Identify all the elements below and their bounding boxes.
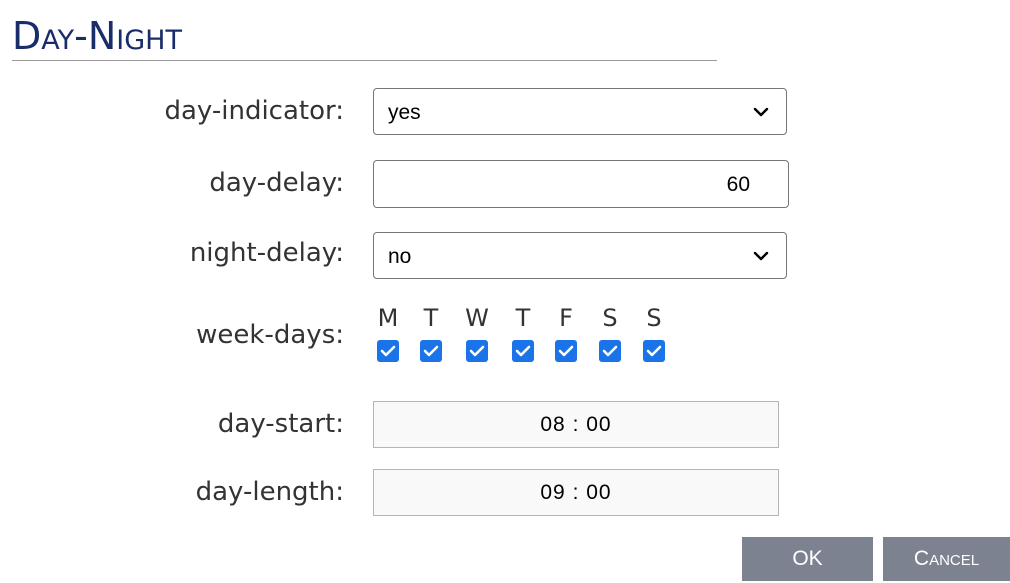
cancel-button[interactable]: Cancel (883, 537, 1010, 581)
weekday-checkbox[interactable] (555, 340, 577, 362)
ok-button[interactable]: OK (742, 537, 873, 581)
night-delay-select[interactable]: no (373, 232, 787, 279)
day-delay-input[interactable]: 60 (373, 160, 789, 208)
weekday-sunday: S (640, 304, 668, 362)
weekday-checkbox[interactable] (420, 340, 442, 362)
weekday-checkbox[interactable] (599, 340, 621, 362)
checkmark-icon (515, 345, 531, 357)
checkmark-icon (423, 345, 439, 357)
weekday-monday: M (374, 304, 402, 362)
day-length-label: day-length: (195, 477, 344, 507)
day-start-value: 08 : 00 (540, 413, 612, 436)
day-indicator-select[interactable]: yes (373, 88, 787, 135)
checkmark-icon (469, 345, 485, 357)
week-days-label: week-days: (196, 320, 344, 350)
weekday-letter: S (646, 304, 662, 332)
day-start-time-input[interactable]: 08 : 00 (373, 401, 779, 448)
day-length-time-input[interactable]: 09 : 00 (373, 469, 779, 516)
day-indicator-label: day-indicator: (164, 96, 345, 126)
weekday-checkbox[interactable] (377, 340, 399, 362)
weekday-friday: F (552, 304, 580, 362)
day-length-value: 09 : 00 (540, 481, 612, 504)
weekday-letter: T (515, 304, 531, 332)
weekday-thursday: T (509, 304, 537, 362)
checkmark-icon (602, 345, 618, 357)
weekday-letter: F (559, 304, 573, 332)
weekday-letter: S (602, 304, 618, 332)
weekday-letter: W (465, 304, 489, 332)
checkmark-icon (380, 345, 396, 357)
weekday-tuesday: T (417, 304, 445, 362)
checkmark-icon (646, 345, 662, 357)
weekday-letter: T (423, 304, 439, 332)
chevron-down-icon (753, 107, 769, 117)
chevron-down-icon (753, 251, 769, 261)
page-title: Day-Night (12, 14, 182, 58)
night-delay-label: night-delay: (189, 238, 344, 268)
weekday-wednesday: W (463, 304, 491, 362)
weekday-checkbox[interactable] (466, 340, 488, 362)
title-divider (12, 60, 717, 61)
weekday-checkbox[interactable] (643, 340, 665, 362)
day-indicator-value: yes (388, 101, 421, 124)
day-delay-value: 60 (726, 173, 750, 196)
checkmark-icon (558, 345, 574, 357)
weekday-checkbox[interactable] (512, 340, 534, 362)
day-delay-label: day-delay: (209, 168, 344, 198)
weekday-saturday: S (596, 304, 624, 362)
week-days-group: M T W T F S S (374, 304, 674, 374)
night-delay-value: no (388, 245, 412, 268)
weekday-letter: M (377, 304, 399, 332)
day-start-label: day-start: (217, 409, 344, 439)
